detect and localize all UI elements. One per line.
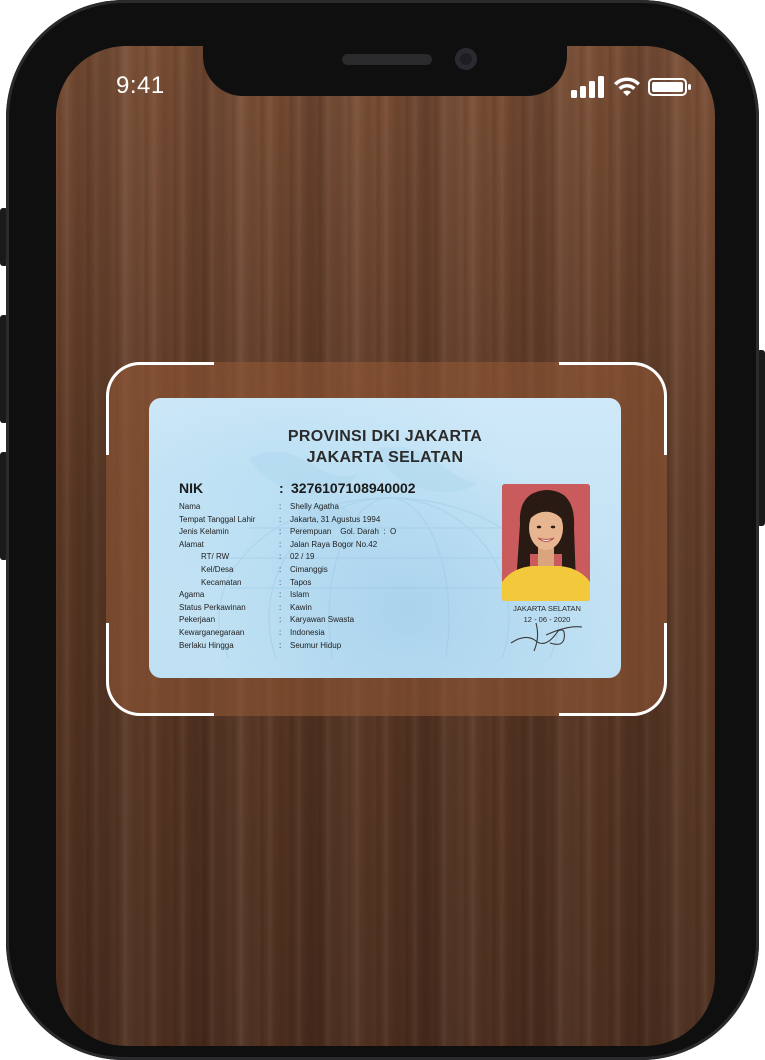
field-row: Tempat Tanggal Lahir: Jakarta, 31 Agustus… bbox=[179, 514, 499, 527]
field-value: Kawin bbox=[290, 602, 312, 612]
card-fields: Nama: Shelly Agatha Tempat Tanggal Lahir:… bbox=[179, 501, 499, 652]
field-separator: : bbox=[279, 514, 282, 524]
portrait-icon bbox=[502, 484, 590, 601]
field-separator: : bbox=[279, 627, 282, 637]
field-row: Nama: Shelly Agatha bbox=[179, 501, 499, 514]
field-row: Pekerjaan: Karyawan Swasta bbox=[179, 614, 499, 627]
field-row: Alamat: Jalan Raya Bogor No.42 bbox=[179, 539, 499, 552]
field-label: Kel/Desa bbox=[201, 564, 234, 574]
field-label: Agama bbox=[179, 590, 205, 600]
phone-frame: 9:41 PROVINSI DKI JAKARTA JAKARTA SELATA… bbox=[6, 0, 759, 1060]
field-separator: : bbox=[279, 577, 282, 587]
field-value: Shelly Agatha bbox=[290, 502, 339, 511]
field-value: Perempuan Gol. Darah : O bbox=[290, 527, 397, 537]
field-value: Islam bbox=[290, 590, 310, 600]
field-row: Kewarganegaraan: Indonesia bbox=[179, 627, 499, 640]
field-value: Karyawan Swasta bbox=[290, 615, 355, 625]
card-title-city: JAKARTA SELATAN bbox=[306, 449, 464, 466]
nik-label: NIK bbox=[179, 480, 204, 496]
field-label: Berlaku Hingga bbox=[179, 640, 234, 650]
field-separator: : bbox=[279, 539, 282, 549]
field-label: Jenis Kelamin bbox=[179, 527, 229, 537]
ktp-id-card: PROVINSI DKI JAKARTA JAKARTA SELATAN NIK… bbox=[149, 398, 621, 678]
field-separator: : bbox=[279, 590, 282, 600]
field-separator: : bbox=[279, 502, 282, 511]
field-label: Kecamatan bbox=[201, 577, 242, 587]
camera-scan-screen: 9:41 PROVINSI DKI JAKARTA JAKARTA SELATA… bbox=[56, 46, 715, 1046]
field-row: Berlaku Hingga: Seumur Hidup bbox=[179, 640, 499, 653]
status-time: 9:41 bbox=[116, 72, 165, 99]
field-label: Tempat Tanggal Lahir bbox=[179, 514, 256, 524]
field-label: Alamat bbox=[179, 539, 204, 549]
nik-value: 3276107108940002 bbox=[291, 480, 416, 496]
field-separator: : bbox=[279, 552, 282, 562]
front-camera-icon bbox=[455, 48, 477, 70]
notch bbox=[203, 46, 567, 96]
battery-icon bbox=[648, 78, 691, 96]
field-row: Agama: Islam bbox=[179, 589, 499, 602]
id-photo bbox=[502, 484, 590, 601]
field-value: Seumur Hidup bbox=[290, 640, 342, 650]
field-label: Pekerjaan bbox=[179, 615, 216, 625]
field-separator: : bbox=[279, 602, 282, 612]
field-label: Status Perkawinan bbox=[179, 602, 246, 612]
field-row: RT/ RW:02 / 19 bbox=[179, 551, 499, 564]
field-value: Indonesia bbox=[290, 627, 325, 637]
field-separator: : bbox=[279, 564, 282, 574]
field-value: Tapos bbox=[290, 577, 312, 587]
wifi-icon bbox=[614, 77, 640, 96]
field-label: Kewarganegaraan bbox=[179, 627, 245, 637]
field-separator: : bbox=[279, 615, 282, 625]
field-label: RT/ RW bbox=[201, 552, 230, 562]
field-row: Kecamatan: Tapos bbox=[179, 577, 499, 590]
field-value: Jakarta, 31 Agustus 1994 bbox=[290, 514, 381, 524]
field-separator: : bbox=[279, 640, 282, 650]
cellular-signal-icon bbox=[571, 76, 604, 98]
nik-separator: : bbox=[279, 480, 284, 496]
card-title-province: PROVINSI DKI JAKARTA bbox=[287, 428, 483, 445]
field-label: Nama bbox=[179, 502, 201, 511]
field-value: 02 / 19 bbox=[290, 552, 315, 562]
field-row: Jenis Kelamin: Perempuan Gol. Darah : O bbox=[179, 526, 499, 539]
field-value: Jalan Raya Bogor No.42 bbox=[290, 539, 378, 549]
signature-icon bbox=[510, 622, 583, 652]
field-value: Cimanggis bbox=[290, 564, 328, 574]
issue-place: JAKARTA SELATAN bbox=[513, 604, 581, 613]
field-separator: : bbox=[279, 527, 282, 537]
speaker-grille bbox=[342, 54, 432, 65]
field-row: Status Perkawinan: Kawin bbox=[179, 602, 499, 615]
field-row: Kel/Desa: Cimanggis bbox=[179, 564, 499, 577]
